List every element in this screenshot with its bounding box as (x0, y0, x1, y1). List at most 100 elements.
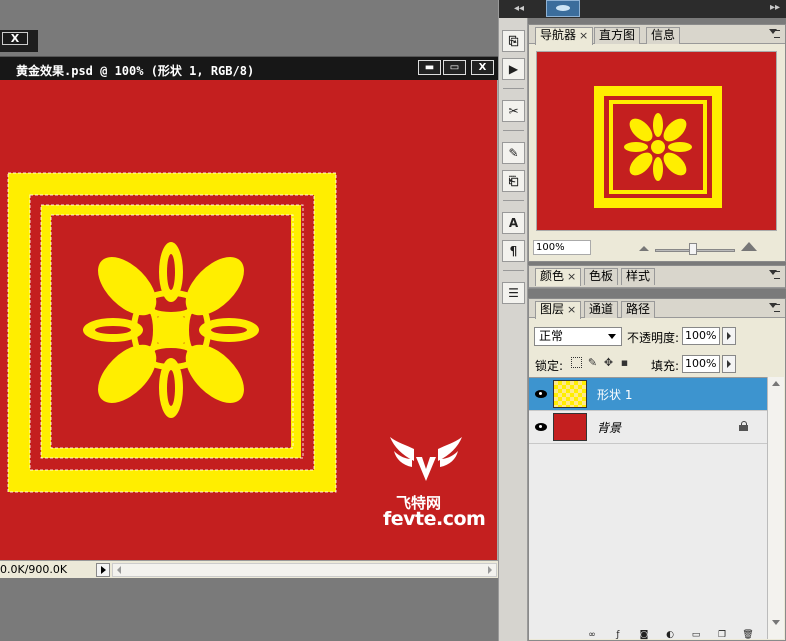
layers-panel: 图层 × 通道 路径 正常 不透明度: 100% 锁定: ✎ ✥ ▪ 填充: 10… (528, 298, 786, 641)
blend-mode-select[interactable]: 正常 (534, 327, 622, 346)
flower-ornament (83, 242, 259, 418)
brush-icon[interactable]: ✎ (502, 142, 525, 164)
fill-label: 填充: (651, 359, 680, 373)
fill-slider-button[interactable] (722, 355, 736, 373)
tab-histogram-label: 直方图 (599, 28, 636, 42)
document-size-status: 0.0K/900.0K (0, 563, 68, 576)
tab-navigator[interactable]: 导航器 × (535, 27, 594, 45)
tab-swatches[interactable]: 色板 (584, 268, 619, 285)
lock-position-icon[interactable]: ✥ (603, 357, 614, 368)
tab-close-icon[interactable]: × (567, 303, 576, 316)
tab-info[interactable]: 信息 (646, 27, 681, 44)
navigator-preview[interactable] (536, 51, 777, 231)
document-canvas[interactable]: 飞特网 fevte.com (0, 80, 497, 560)
tab-color[interactable]: 颜色 × (535, 268, 582, 286)
document-status-bar: 0.0K/900.0K (0, 560, 513, 578)
character-icon[interactable]: A (502, 212, 525, 234)
tab-info-label: 信息 (651, 28, 676, 42)
tab-channels-label: 通道 (589, 302, 614, 316)
layer-list: 形状 1 背景 (529, 377, 767, 639)
lock-transparent-icon[interactable] (571, 357, 582, 368)
tab-channels[interactable]: 通道 (584, 301, 619, 318)
tab-styles[interactable]: 样式 (621, 268, 656, 285)
scroll-up-arrow[interactable] (772, 381, 780, 386)
expand-dock-icon[interactable]: ▸▸ (770, 2, 780, 13)
background-window: X (0, 30, 38, 52)
minimize-button[interactable]: ▬ (418, 60, 441, 75)
panel-menu-icon[interactable] (769, 270, 780, 280)
bridge-icon[interactable] (546, 0, 580, 17)
background-window-close-button[interactable]: X (2, 32, 28, 45)
fevte-logo (390, 437, 462, 481)
scroll-left-arrow[interactable] (117, 566, 121, 574)
tab-navigator-label: 导航器 (540, 28, 577, 42)
color-panel: 颜色 × 色板 样式 (528, 265, 786, 289)
layer-row[interactable]: 形状 1 (529, 378, 767, 411)
history-icon[interactable]: ⎘ (502, 30, 525, 52)
document-titlebar[interactable]: 黄金效果.psd @ 100% (形状 1, RGB/8) ▬ ▭ X (0, 56, 513, 80)
close-button[interactable]: X (471, 60, 494, 75)
tab-color-label: 颜色 (540, 269, 565, 283)
opacity-label: 不透明度: (627, 331, 680, 345)
delete-layer-icon[interactable]: 🗑 (741, 631, 755, 641)
zoom-slider-thumb[interactable] (689, 243, 697, 255)
layer-style-icon[interactable]: ƒ (611, 631, 625, 641)
new-group-icon[interactable]: ▭ (689, 631, 703, 641)
layer-thumbnail (553, 380, 587, 408)
new-layer-icon[interactable]: ❐ (715, 631, 729, 641)
chevron-down-icon[interactable] (603, 328, 621, 345)
tab-close-icon[interactable]: × (579, 29, 588, 42)
tab-layers[interactable]: 图层 × (535, 301, 582, 319)
lock-image-icon[interactable]: ✎ (587, 357, 598, 368)
actions-icon[interactable]: ▶ (502, 58, 525, 80)
layers-scrollbar[interactable] (767, 377, 784, 639)
tab-layers-label: 图层 (540, 302, 565, 316)
scroll-right-arrow[interactable] (488, 566, 492, 574)
clone-source-icon[interactable]: ⎗ (502, 170, 525, 192)
layer-mask-icon[interactable]: ◙ (637, 631, 651, 641)
tab-paths-label: 路径 (626, 302, 651, 316)
paragraph-icon[interactable]: ¶ (502, 240, 525, 262)
layer-name[interactable]: 背景 (597, 419, 621, 436)
document-horizontal-scrollbar[interactable] (112, 563, 497, 577)
fill-field[interactable]: 100% (682, 355, 720, 373)
lock-icon (739, 421, 749, 432)
layer-thumbnail (553, 413, 587, 441)
color-tabs: 颜色 × 色板 样式 (529, 266, 785, 288)
watermark-url: fevte.com (383, 508, 486, 530)
blend-mode-value: 正常 (539, 329, 564, 343)
maximize-button[interactable]: ▭ (443, 60, 466, 75)
tool-presets-icon[interactable]: ✂ (502, 100, 525, 122)
ornament-artwork (7, 172, 337, 493)
panel-menu-icon[interactable] (769, 303, 780, 313)
opacity-field[interactable]: 100% (682, 327, 720, 345)
panel-menu-icon[interactable] (769, 29, 780, 39)
layer-row[interactable]: 背景 (529, 411, 767, 444)
tab-histogram[interactable]: 直方图 (594, 27, 641, 44)
link-layers-icon[interactable]: ∞ (585, 631, 599, 641)
layers-footer: ∞ ƒ ◙ ◐ ▭ ❐ 🗑 (529, 631, 785, 641)
navigator-zoom-field[interactable]: 100% (533, 240, 591, 255)
visibility-eye-icon[interactable] (533, 420, 549, 434)
tab-close-icon[interactable]: × (567, 270, 576, 283)
document-window: 黄金效果.psd @ 100% (形状 1, RGB/8) ▬ ▭ X 飞特网 … (0, 56, 513, 578)
layers-tabs: 图层 × 通道 路径 (529, 299, 785, 319)
navigator-thumbnail (594, 86, 722, 208)
tab-styles-label: 样式 (626, 269, 651, 283)
opacity-slider-button[interactable] (722, 327, 736, 345)
panel-dock-strip: ⎘ ▶ ✂ ✎ ⎗ A ¶ ☰ (498, 0, 529, 641)
navigator-tabs: 导航器 × 直方图 信息 (529, 25, 785, 45)
zoom-in-icon[interactable] (741, 242, 757, 251)
scroll-down-arrow[interactable] (772, 620, 780, 625)
adjustment-layer-icon[interactable]: ◐ (663, 631, 677, 641)
lock-all-icon[interactable]: ▪ (619, 357, 630, 368)
tab-paths[interactable]: 路径 (621, 301, 656, 318)
layer-name[interactable]: 形状 1 (597, 386, 632, 403)
visibility-eye-icon[interactable] (533, 387, 549, 401)
lock-label: 锁定: (535, 359, 564, 373)
zoom-out-icon[interactable] (639, 246, 649, 251)
collapse-dock-icon[interactable]: ◂◂ (514, 3, 524, 14)
layer-comps-icon[interactable]: ☰ (502, 282, 525, 304)
tab-swatches-label: 色板 (589, 269, 614, 283)
status-menu-arrow[interactable] (96, 563, 110, 577)
